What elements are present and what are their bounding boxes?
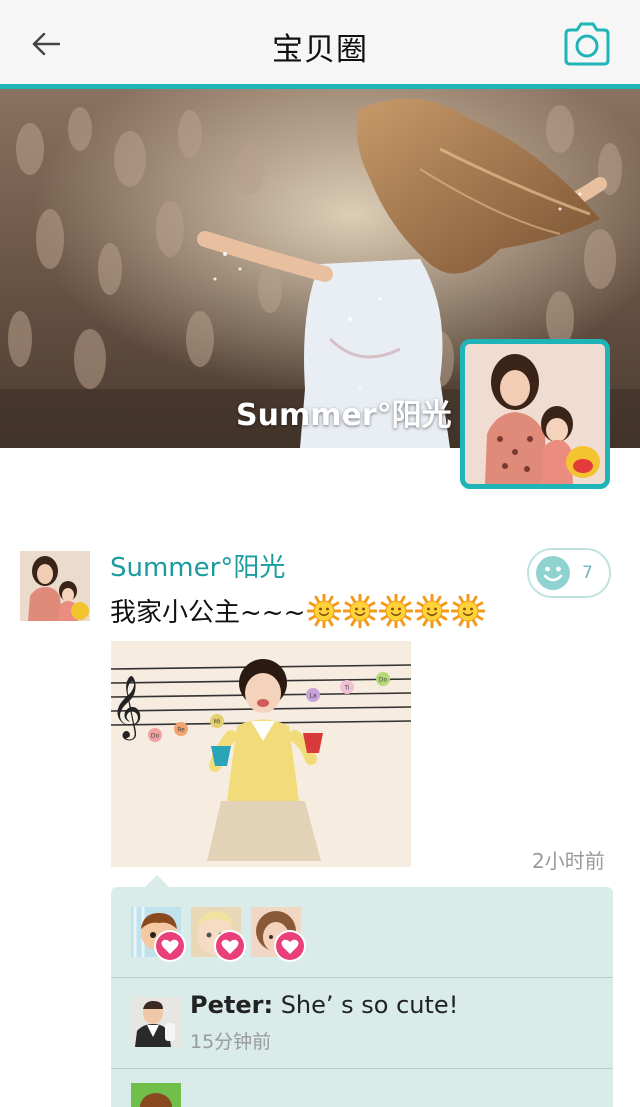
- camera-icon: [564, 22, 610, 66]
- sun-emoji-icon: [307, 593, 342, 628]
- next-commenter-avatar[interactable]: [131, 1083, 181, 1107]
- music-note-label: Ti: [343, 685, 349, 692]
- cover-user-name: Summer°阳光: [236, 398, 452, 433]
- sun-emoji-icon: [379, 593, 414, 628]
- music-note-label: Do: [151, 733, 160, 740]
- heart-icon: [214, 930, 246, 962]
- music-note-label: Do: [379, 677, 388, 684]
- post-author-avatar[interactable]: [20, 551, 90, 621]
- music-note-label: Mi: [214, 719, 221, 726]
- top-bar: 宝贝圈: [0, 0, 640, 89]
- commenter-avatar[interactable]: [131, 997, 181, 1047]
- divider: [111, 977, 613, 978]
- comment-body: She’ s so cute!: [273, 991, 459, 1019]
- like-count: 7: [582, 563, 593, 583]
- comment-time: 15分钟前: [190, 1031, 272, 1053]
- comment-author[interactable]: Peter:: [190, 991, 273, 1019]
- emoji-row: [307, 593, 487, 628]
- comments-pointer: [145, 875, 169, 887]
- music-note-label: Re: [177, 727, 185, 734]
- post-text-content: 我家小公主~~~: [110, 598, 306, 628]
- cover-user-avatar[interactable]: [460, 339, 610, 489]
- heart-icon: [274, 930, 306, 962]
- comments-panel: Peter: She’ s so cute! 15分钟前: [111, 887, 613, 1107]
- svg-text:𝄞: 𝄞: [111, 675, 143, 741]
- post-photo[interactable]: 𝄞 La Ti Do Mi Re Do: [111, 641, 411, 867]
- sun-emoji-icon: [415, 593, 450, 628]
- divider: [111, 1068, 613, 1069]
- liker-avatar-1[interactable]: [131, 907, 186, 962]
- camera-button[interactable]: [562, 20, 612, 68]
- post-author-name[interactable]: Summer°阳光: [110, 547, 285, 584]
- like-button[interactable]: 7: [527, 548, 611, 598]
- liker-avatar-3[interactable]: [251, 907, 306, 962]
- post-time: 2小时前: [532, 849, 605, 873]
- heart-icon: [154, 930, 186, 962]
- sun-emoji-icon: [343, 593, 378, 628]
- sun-emoji-icon: [451, 593, 486, 628]
- page-title: 宝贝圈: [272, 32, 368, 68]
- smiley-icon: [536, 556, 570, 590]
- liker-avatar-2[interactable]: [191, 907, 246, 962]
- post-text: 我家小公主~~~: [110, 592, 487, 629]
- music-note-label: La: [309, 693, 316, 700]
- comment-text: Peter: She’ s so cute!: [190, 991, 458, 1019]
